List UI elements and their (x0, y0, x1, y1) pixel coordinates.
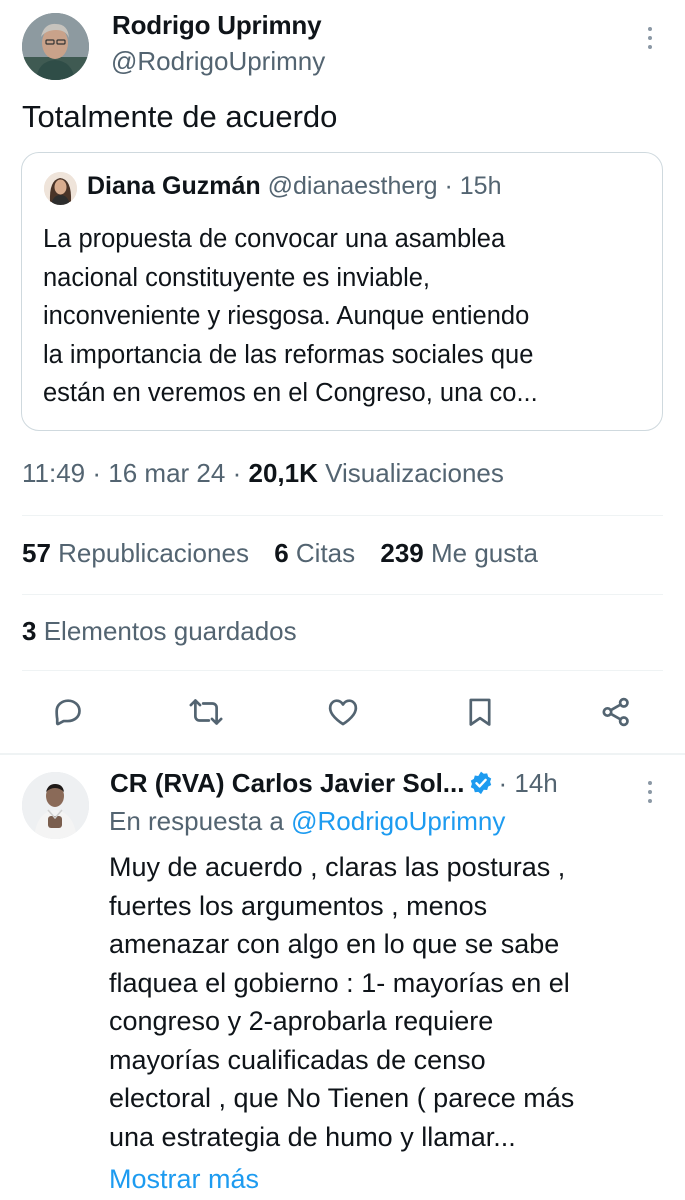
reply-age[interactable]: 14h (514, 768, 557, 798)
reposts-count: 57 (22, 538, 51, 568)
reply-text-line: amenazar con algo en lo que se sabe (109, 929, 560, 959)
more-options-button[interactable] (636, 20, 664, 56)
author-avatar[interactable] (22, 13, 89, 80)
likes-count: 239 (380, 538, 424, 568)
tweet-date[interactable]: 16 mar 24 (108, 458, 225, 488)
section-divider (0, 753, 685, 755)
more-dot-icon (648, 781, 652, 785)
replying-to-mention[interactable]: @RodrigoUprimny (291, 806, 505, 836)
reply-text-line: una estrategia de humo y llamar... (109, 1121, 516, 1152)
reply-more-options-button[interactable] (636, 774, 664, 810)
share-icon (602, 697, 629, 727)
bookmark-button[interactable] (460, 692, 500, 732)
tweet-text: Totalmente de acuerdo (22, 99, 338, 134)
repost-button[interactable] (186, 692, 226, 732)
quoted-author-avatar (44, 172, 77, 205)
quoted-text-line: la importancia de las reformas sociales … (43, 340, 534, 369)
bookmark-icon (469, 698, 491, 726)
tweet-time[interactable]: 11:49 (22, 458, 85, 488)
quoted-text-line: inconveniente y riesgosa. Aunque entiend… (43, 302, 530, 330)
separator-dot: · (444, 172, 453, 200)
quotes-count: 6 (274, 538, 289, 568)
quoted-author-handle[interactable]: @dianaestherg (268, 172, 438, 200)
separator-dot: · (92, 458, 102, 488)
verified-badge-icon (468, 770, 494, 803)
avatar-photo (22, 772, 89, 839)
quoted-text-line: La propuesta de convocar una asamblea (43, 225, 506, 253)
replying-to: En respuesta a @RodrigoUprimny (109, 806, 505, 837)
quotes-label: Citas (295, 538, 356, 568)
like-icon (328, 699, 358, 726)
quoted-text-line: están en veremos en el Congreso, una co.… (43, 379, 538, 407)
bookmarks-label: Elementos guardados (43, 616, 297, 646)
reply-text-line: Muy de acuerdo , claras las posturas , (109, 852, 566, 882)
reply-text-line: flaquea el gobierno : 1- mayorías en el (109, 967, 570, 998)
views-count: 20,1K (248, 458, 318, 488)
reply-text: Muy de acuerdo , claras las posturas , f… (109, 848, 574, 1156)
divider (22, 670, 663, 671)
reply-text-line: fuertes los argumentos , menos (109, 890, 488, 921)
more-dot-icon (648, 27, 652, 31)
more-dot-icon (648, 799, 652, 803)
quoted-tweet-age[interactable]: 15h (460, 172, 502, 200)
views-label: Visualizaciones (325, 458, 504, 488)
likes-label: Me gusta (431, 538, 538, 568)
reply-button[interactable] (48, 692, 88, 732)
share-button[interactable] (596, 692, 636, 732)
more-dot-icon (648, 45, 652, 49)
separator-dot: · (232, 458, 242, 488)
reply-text-line: congreso y 2-aprobarla requiere (109, 1006, 494, 1036)
reposts-label: Republicaciones (58, 538, 249, 568)
replying-to-label: En respuesta a (109, 806, 284, 836)
quoted-text-line: nacional constituyente es inviable, (43, 263, 430, 292)
quoted-tweet-text: La propuesta de convocar una asamblea na… (43, 220, 538, 413)
quoted-tweet-header: Diana Guzmán @dianaestherg · 15h (87, 172, 502, 201)
reposts-stat[interactable]: 57 Republicaciones (22, 538, 249, 569)
author-name[interactable]: Rodrigo Uprimny (112, 10, 322, 41)
reply-icon (55, 699, 81, 726)
like-button[interactable] (323, 692, 363, 732)
reply-author-avatar[interactable] (22, 772, 89, 839)
avatar-photo (22, 13, 89, 80)
reply-author-name[interactable]: CR (RVA) Carlos Javier Sol... (110, 768, 464, 798)
tweet-metadata: 11:49 · 16 mar 24 · 20,1K Visualizacione… (22, 458, 504, 489)
engagement-stats: 57 Republicaciones 6 Citas 239 Me gusta (22, 538, 538, 569)
show-more-link[interactable]: Mostrar más (109, 1164, 259, 1195)
divider (22, 515, 663, 516)
quoted-author-name[interactable]: Diana Guzmán (87, 172, 261, 200)
divider (22, 594, 663, 595)
reply-text-line: electoral , que No Tienen ( parece más (109, 1083, 575, 1113)
repost-icon (189, 699, 223, 725)
bookmarks-count: 3 (22, 616, 37, 646)
separator-dot: · (498, 768, 508, 798)
more-dot-icon (648, 36, 652, 40)
author-handle[interactable]: @RodrigoUprimny (111, 46, 325, 77)
quotes-stat[interactable]: 6 Citas (274, 538, 355, 569)
bookmarks-stat[interactable]: 3 Elementos guardados (22, 616, 297, 647)
avatar-photo (44, 172, 77, 205)
likes-stat[interactable]: 239 Me gusta (380, 538, 538, 569)
more-dot-icon (648, 790, 652, 794)
reply-text-line: mayorías cualificadas de censo (109, 1044, 486, 1075)
reply-header: CR (RVA) Carlos Javier Sol... · 14h (110, 768, 558, 803)
